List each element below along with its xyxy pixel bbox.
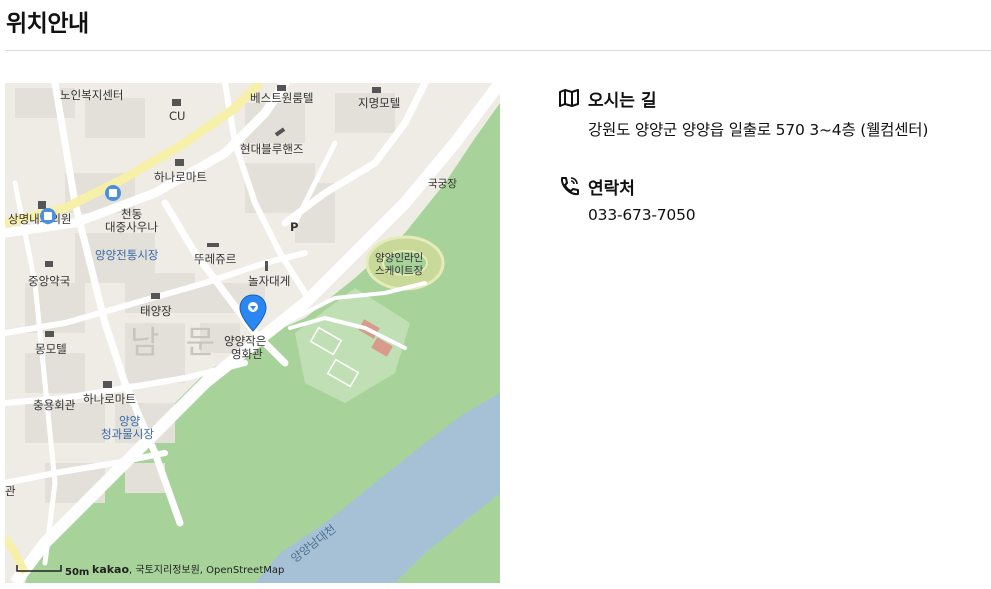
poi-label: 상명내과의원	[8, 212, 71, 226]
poi-label: 놀자대게	[248, 274, 290, 288]
poi-label: 뚜레쥬르	[194, 252, 236, 266]
poi-label: 베스트원룸텔	[250, 91, 313, 105]
restaurant-icon	[265, 261, 268, 271]
bed-icon	[372, 87, 381, 93]
map-attribution: kakao, 국토지리정보원, OpenStreetMap	[92, 563, 284, 576]
location-map[interactable]: 남 문 노인복지센터 CU 베스트원룸텔 지명모텔 현대블루핸즈 하나로마트 국…	[5, 83, 500, 583]
address-text: 강원도 양양군 양양읍 일출로 570 3~4층 (웰컴센터)	[588, 121, 929, 139]
shop-icon	[103, 381, 112, 388]
phone-number: 033-673-7050	[588, 206, 696, 224]
poi-label: 양양	[119, 414, 141, 428]
poi-label: 중앙약국	[28, 274, 70, 288]
poi-label: 영화관	[231, 347, 263, 361]
district-label: 남 문	[130, 323, 223, 361]
title-divider	[5, 50, 991, 51]
poi-label: 국궁장	[428, 178, 457, 190]
bakery-icon	[207, 243, 219, 247]
poi-label: 하나로마트	[154, 170, 207, 184]
hospital-icon	[38, 201, 46, 209]
shop-icon	[172, 99, 181, 106]
poi-label: 대중사우나	[105, 220, 158, 234]
poi-label: 스케이트장	[375, 265, 424, 277]
poi-label: 양양작은	[224, 334, 266, 348]
page-title: 위치안내	[6, 11, 89, 37]
poi-label: 하나로마트	[83, 392, 136, 406]
poi-label: 노인복지센터	[60, 88, 123, 102]
bed-icon	[151, 293, 160, 299]
bed-icon	[45, 331, 54, 337]
bed-icon	[277, 85, 286, 91]
contact-label: 연락처	[588, 178, 635, 199]
shop-icon	[175, 159, 184, 166]
poi-label: 관	[5, 484, 16, 498]
parking-label: P	[290, 220, 298, 234]
poi-label: 태양장	[140, 304, 172, 318]
poi-label: 몽모텔	[35, 342, 67, 356]
directions-section: 오시는 길 강원도 양양군 양양읍 일출로 570 3~4층 (웰컴센터)	[558, 84, 978, 140]
map-icon	[558, 87, 580, 109]
contact-section: 연락처 033-673-7050	[558, 172, 978, 224]
poi-label: CU	[169, 109, 185, 123]
poi-label: 천동	[121, 207, 142, 221]
directions-label: 오시는 길	[588, 90, 657, 111]
poi-label: 청과물시장	[101, 427, 154, 441]
poi-label: 충용회관	[33, 398, 76, 412]
map-canvas[interactable]: 남 문 노인복지센터 CU 베스트원룸텔 지명모텔 현대블루핸즈 하나로마트 국…	[5, 83, 500, 583]
poi-label: 양양인라인	[375, 252, 423, 264]
info-panel: 오시는 길 강원도 양양군 양양읍 일출로 570 3~4층 (웰컴센터) 연락…	[558, 84, 978, 256]
poi-label: 현대블루핸즈	[240, 142, 303, 156]
poi-label: 지명모텔	[358, 96, 400, 110]
pharmacy-icon	[45, 261, 53, 267]
phone-icon	[558, 175, 580, 197]
poi-label: 양양전통시장	[95, 248, 159, 262]
scale-label: 50m	[65, 567, 89, 578]
